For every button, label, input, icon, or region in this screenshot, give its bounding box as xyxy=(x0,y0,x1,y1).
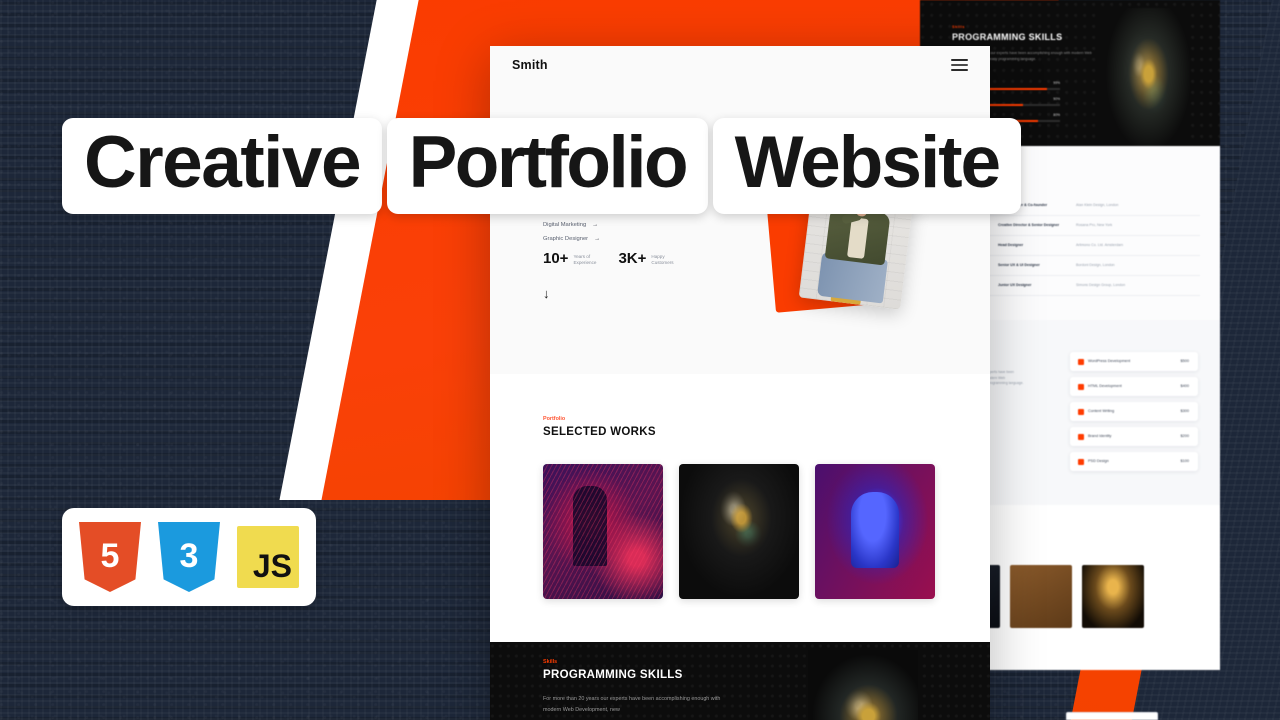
hero-link-graphic-designer[interactable]: Graphic Designer → xyxy=(543,236,686,242)
stat-years-experience: 10+ Years of Experience xyxy=(543,251,596,266)
html5-glyph: 5 xyxy=(100,537,120,575)
arrow-right-icon: → xyxy=(594,236,601,242)
preview-service-name: HTML Development xyxy=(1088,383,1122,388)
preview-service-card: WordPress Development $500 xyxy=(1070,352,1198,371)
statue-bust-shape xyxy=(851,492,899,568)
hamburger-icon[interactable] xyxy=(951,59,968,71)
preview-exp-role: Head Designer xyxy=(998,243,1024,247)
headline-card-portfolio: Portfolio xyxy=(386,118,709,214)
html5-logo-icon: 5 xyxy=(79,522,141,592)
psd-design-icon xyxy=(1078,458,1084,465)
scroll-down-icon[interactable]: ↓ xyxy=(543,287,686,300)
preview-service-price: $100 xyxy=(1180,458,1189,463)
preview-gold-face-image xyxy=(1098,8,1190,165)
headline-text: Portfolio xyxy=(408,122,689,203)
skills-eyebrow: Skills xyxy=(543,659,558,665)
css3-logo-icon: 3 xyxy=(158,522,220,592)
preview-exp-role: Senior UX & UI Designer xyxy=(998,263,1040,267)
work-thumb-gold-painted-face[interactable] xyxy=(679,464,799,599)
brand-logo[interactable]: Smith xyxy=(512,58,548,72)
portfolio-section: Portfolio SELECTED WORKS xyxy=(490,392,990,642)
stat-value: 10+ xyxy=(543,249,569,267)
javascript-glyph: JS xyxy=(252,548,292,584)
stat-happy-customers: 3K+ Happy Customers xyxy=(618,251,673,266)
headline-text: Website xyxy=(734,122,1002,203)
neon-silhouette xyxy=(573,486,607,566)
preview-service-card: PSD Design $100 xyxy=(1070,452,1198,471)
hero-link-label: Graphic Designer xyxy=(543,236,589,242)
skills-gold-face-image xyxy=(808,650,918,720)
brand-identity-icon xyxy=(1078,433,1084,440)
preview-service-card: HTML Development $400 xyxy=(1070,377,1198,396)
tech-badges-card: 5 3 JS xyxy=(62,508,316,606)
preview-exp-company: Simons Design Group, London xyxy=(1076,283,1126,287)
stat-label: Happy Customers xyxy=(651,251,673,266)
site-header: Smith xyxy=(490,46,990,84)
preview-service-price: $200 xyxy=(1180,433,1189,438)
stat-label-line1: Years of xyxy=(573,253,591,259)
headline-card-creative: Creative xyxy=(62,118,383,214)
html-icon xyxy=(1078,383,1084,390)
preview-service-price: $400 xyxy=(1180,383,1189,388)
preview-name-input[interactable] xyxy=(1066,712,1158,720)
preview-exp-role: Junior UX Designer xyxy=(998,283,1032,287)
preview-exp-company: Bordoni Design, London xyxy=(1076,263,1115,267)
preview-news-thumb-seo xyxy=(1010,565,1072,628)
preview-service-name: PSD Design xyxy=(1088,458,1109,463)
css3-glyph: 3 xyxy=(179,537,199,575)
preview-skills-eyebrow: Skills xyxy=(952,24,965,29)
preview-skill-percent: 80% xyxy=(1053,113,1060,117)
promo-headline-stack: Creative Portfolio Website xyxy=(62,118,1022,227)
skills-title: PROGRAMMING SKILLS xyxy=(543,669,683,681)
stat-value: 3K+ xyxy=(618,249,647,267)
javascript-square: JS xyxy=(237,526,299,588)
preview-service-name: Content Writing xyxy=(1088,408,1115,413)
javascript-logo-icon: JS xyxy=(237,522,299,592)
content-writing-icon xyxy=(1078,408,1084,415)
wordpress-icon xyxy=(1078,358,1084,365)
preview-skills-title: PROGRAMMING SKILLS xyxy=(952,32,1063,42)
preview-exp-company: Arlimono Co. Ltd. Amsterdam xyxy=(1076,243,1123,247)
skills-paragraph: For more than 20 years our experts have … xyxy=(543,696,721,713)
preview-service-price: $500 xyxy=(1180,358,1189,363)
stat-label-line1: Happy xyxy=(651,253,665,259)
preview-service-name: WordPress Development xyxy=(1088,358,1131,363)
stat-label-line2: Customers xyxy=(651,259,674,265)
hero-stats: 10+ Years of Experience 3K+ Happy Custom… xyxy=(543,251,686,266)
preview-exp-company: Alan Klein Design, London xyxy=(1076,203,1119,207)
stat-label-line2: Experience xyxy=(573,259,597,265)
work-thumb-statue-bust[interactable] xyxy=(815,464,935,599)
preview-service-price: $300 xyxy=(1180,408,1189,413)
skills-section: Skills PROGRAMMING SKILLS For more than … xyxy=(490,642,990,720)
portfolio-grid xyxy=(543,464,990,599)
preview-skill-percent: 90% xyxy=(1053,97,1060,101)
portfolio-title: SELECTED WORKS xyxy=(543,426,656,438)
portfolio-eyebrow: Portfolio xyxy=(543,416,566,422)
headline-text: Creative xyxy=(84,122,362,203)
preview-news-thumb-lightbulb xyxy=(1082,565,1144,628)
preview-service-name: Brand Identity xyxy=(1088,433,1112,438)
html5-shield: 5 xyxy=(79,522,141,592)
preview-service-card: Content Writing $300 xyxy=(1070,402,1198,421)
stat-label: Years of Experience xyxy=(573,251,596,266)
preview-exp-company: Rosana Pro, New York xyxy=(1076,223,1113,227)
headline-card-website: Website xyxy=(712,118,1022,214)
css3-shield: 3 xyxy=(158,522,220,592)
work-thumb-neon-light-painting[interactable] xyxy=(543,464,663,599)
section-divider xyxy=(490,374,990,392)
preview-skill-percent: 99% xyxy=(1053,81,1060,85)
preview-service-card: Brand Identity $200 xyxy=(1070,427,1198,446)
